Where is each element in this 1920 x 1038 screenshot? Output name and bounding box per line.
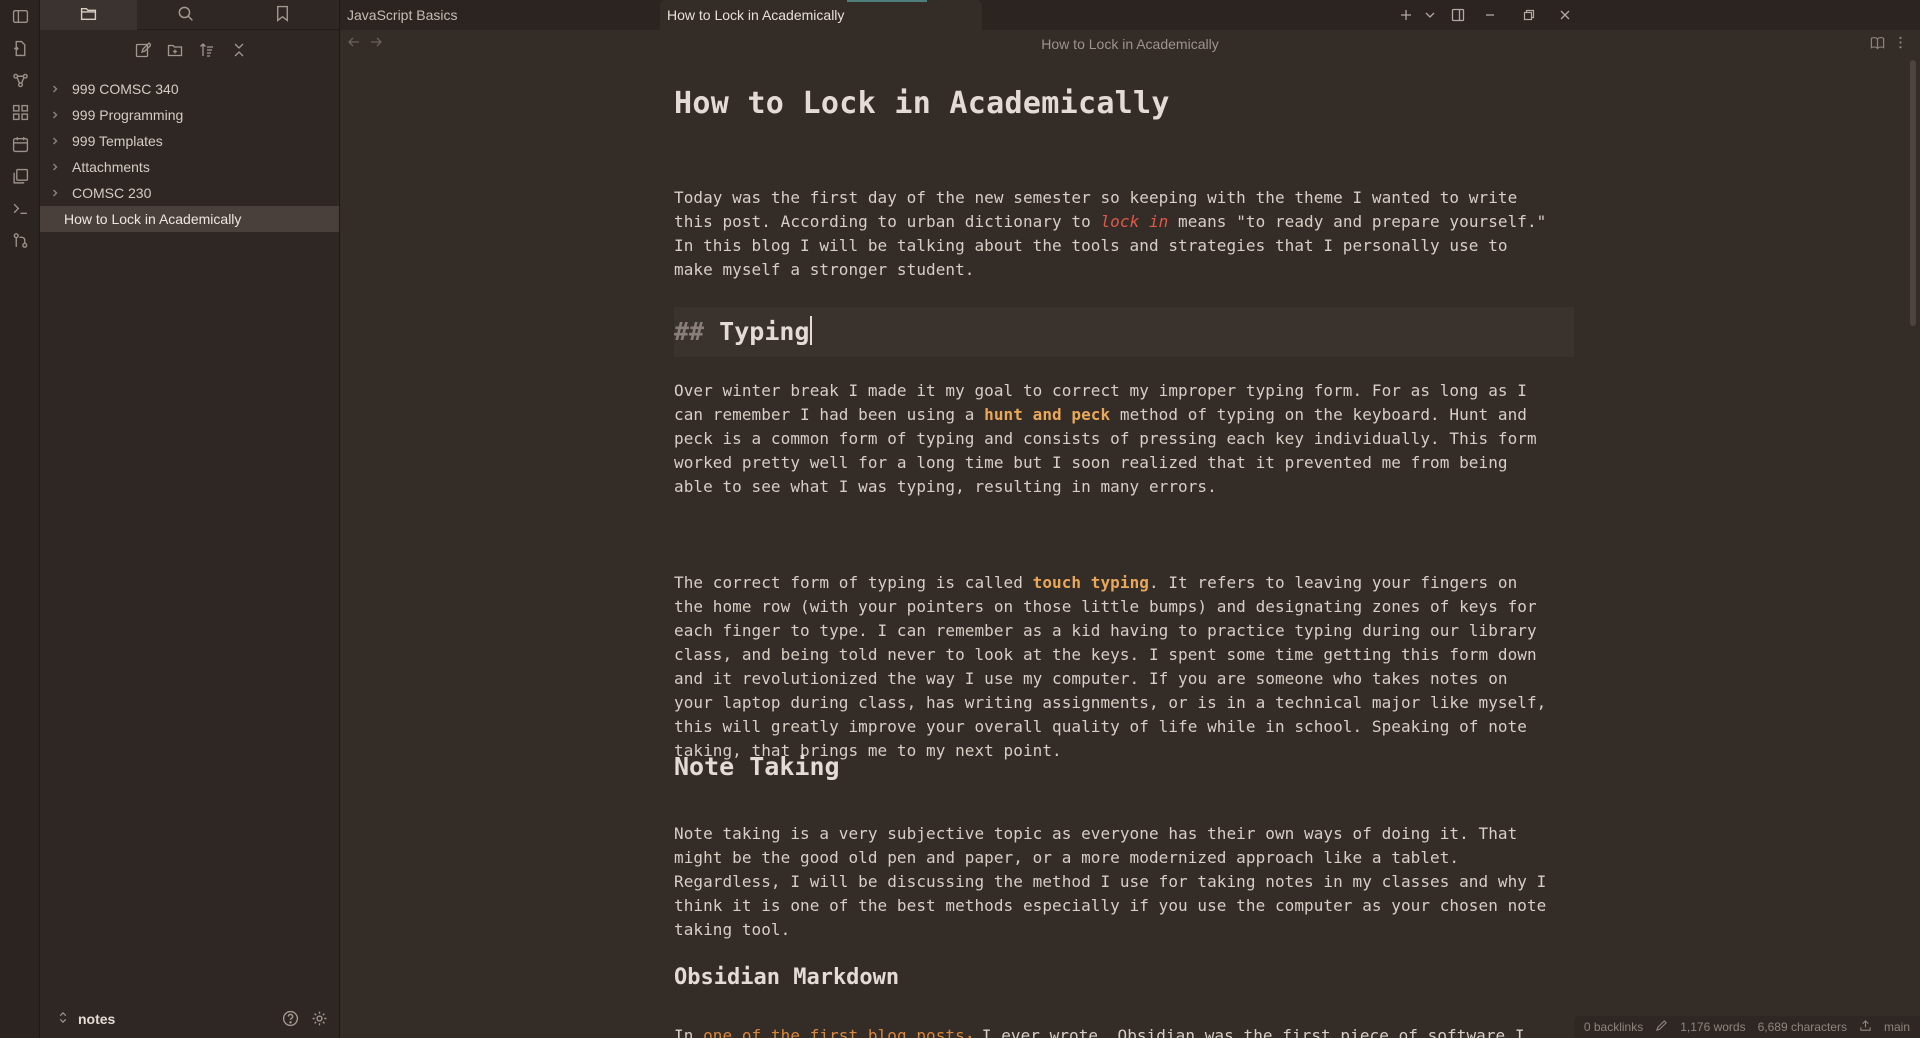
chevron-right-icon [48,160,62,174]
tree-folder[interactable]: 999 Templates [40,128,339,154]
minimize-icon[interactable] [1475,0,1505,30]
tab-bar: JavaScript Basics How to Lock in Academi… [340,0,1920,30]
close-icon[interactable] [1550,0,1580,30]
text-run: The correct form of typing is called [674,573,1033,592]
tab-bookmarks[interactable] [234,0,331,30]
git-icon[interactable] [0,224,40,256]
terminal-icon[interactable] [0,192,40,224]
text-run: . It refers to leaving your fingers on t… [674,573,1547,760]
paragraph-intro[interactable]: Today was the first day of the new semes… [674,186,1574,282]
graph-view-icon[interactable] [0,64,40,96]
folder-icon [80,5,97,25]
tab-accent-line [847,0,927,2]
tree-folder-label: 999 Templates [72,133,163,149]
view-header: How to Lock in Academically [340,30,1920,58]
tab-file-explorer[interactable] [40,0,137,30]
templates-icon[interactable] [0,160,40,192]
chevron-right-icon [48,108,62,122]
search-icon [177,5,194,25]
backlinks-count[interactable]: 0 backlinks [1584,1020,1643,1034]
paragraph-note-taking[interactable]: Note taking is a very subjective topic a… [674,822,1574,942]
chevron-right-icon [48,82,62,96]
tree-file-label: How to Lock in Academically [64,211,242,227]
editor-scrollbar[interactable] [1910,60,1916,326]
chevron-right-icon [48,186,62,200]
chevron-down-icon[interactable] [1415,0,1445,30]
tree-folder[interactable]: COMSC 230 [40,180,339,206]
tab-label: How to Lock in Academically [667,7,845,23]
chevron-up-down-icon [58,1011,68,1027]
external-link-icon: ↗ [964,1030,973,1038]
tab-search[interactable] [137,0,234,30]
git-branch[interactable]: main [1884,1020,1910,1034]
view-title[interactable]: How to Lock in Academically [340,36,1920,52]
more-options-icon[interactable] [1893,35,1908,53]
reading-view-icon[interactable] [1870,35,1885,53]
sort-icon[interactable] [196,40,217,61]
edit-mode-icon[interactable] [1655,1019,1668,1035]
sidebar-toggle-icon[interactable] [0,0,40,32]
bold-text: touch typing [1032,573,1149,592]
heading-text: Typing [719,317,810,346]
new-note-icon[interactable] [132,40,153,61]
restore-icon[interactable] [1514,0,1544,30]
paragraph-obsidian[interactable]: In one of the first blog posts↗ I ever w… [674,1024,1574,1038]
heading-note-taking[interactable]: Note Taking [674,752,840,781]
daily-note-icon[interactable] [0,128,40,160]
tree-folder-label: COMSC 230 [72,185,152,201]
tab-how-to-lock-in[interactable]: How to Lock in Academically [660,0,982,30]
inline-title[interactable]: How to Lock in Academically [674,86,1170,121]
word-count: 1,176 words [1680,1020,1746,1034]
file-tree: 999 COMSC 340 999 Programming 999 Templa… [40,70,339,232]
sidebar-tabs [40,0,339,30]
chevron-right-icon [48,134,62,148]
text-cursor [810,316,813,345]
tree-folder[interactable]: 999 COMSC 340 [40,76,339,102]
tree-folder-label: 999 COMSC 340 [72,81,179,97]
text-run: I ever wrote, Obsidian was the first pie… [972,1026,1525,1038]
tree-file-selected[interactable]: How to Lock in Academically [40,206,339,232]
tree-folder-label: Attachments [72,159,150,175]
heading-typing[interactable]: ## Typing [674,307,1574,357]
character-count: 6,689 characters [1757,1020,1847,1034]
text-run: In [674,1026,704,1038]
tab-javascript-basics[interactable]: JavaScript Basics [340,0,660,30]
paragraph-typing-2[interactable]: The correct form of typing is called tou… [674,571,1574,763]
new-folder-icon[interactable] [164,40,185,61]
tree-folder-label: 999 Programming [72,107,184,123]
vault-name: notes [78,1011,116,1027]
help-icon[interactable] [282,1010,299,1030]
settings-gear-icon[interactable] [311,1010,328,1030]
heading-obsidian-markdown[interactable]: Obsidian Markdown [674,965,899,990]
collapse-all-icon[interactable] [228,40,249,61]
tree-folder[interactable]: 999 Programming [40,102,339,128]
ribbon [0,0,40,1038]
sync-upload-icon[interactable] [1859,1019,1872,1035]
tree-folder[interactable]: Attachments [40,154,339,180]
external-link[interactable]: one of the first blog posts [703,1026,965,1038]
heading-marker: ## [674,317,705,346]
vault-switcher[interactable]: notes [40,1000,340,1038]
left-sidebar: 999 COMSC 340 999 Programming 999 Templa… [40,0,340,1038]
bold-text: hunt and peck [984,405,1111,424]
canvas-icon[interactable] [0,96,40,128]
tab-label: JavaScript Basics [347,7,458,23]
open-quick-switcher-icon[interactable] [0,32,40,64]
file-explorer-actions [40,30,339,70]
status-bar: 0 backlinks 1,176 words 6,689 characters… [1573,1016,1920,1038]
paragraph-typing-1[interactable]: Over winter break I made it my goal to c… [674,379,1574,499]
italic-text: lock in [1100,212,1169,231]
bookmark-icon [274,5,291,25]
split-view-icon[interactable] [1443,0,1473,30]
